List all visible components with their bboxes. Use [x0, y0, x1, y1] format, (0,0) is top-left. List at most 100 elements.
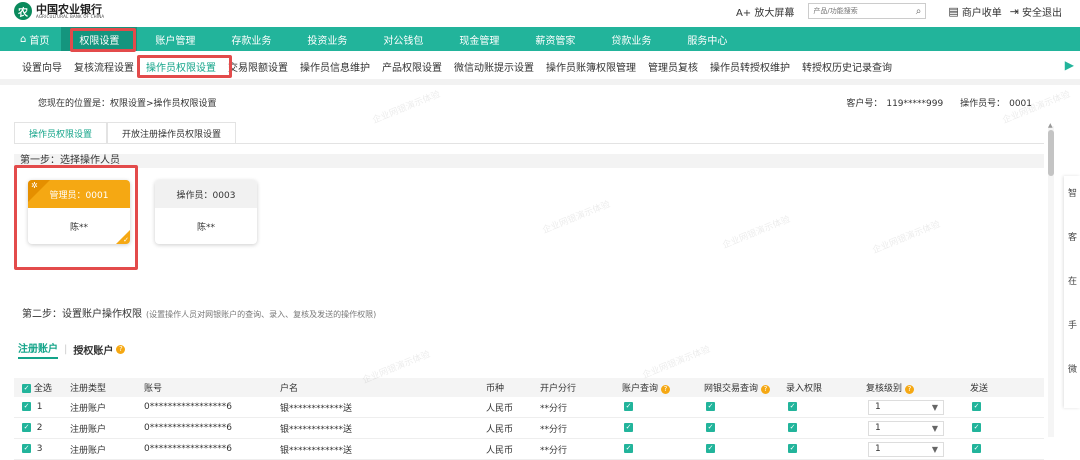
subnav-operator-info[interactable]: 操作员信息维护 — [300, 59, 370, 74]
side-customer-service-button[interactable]: 客 — [1068, 230, 1077, 243]
row-checkbox[interactable]: ✓ — [22, 444, 31, 453]
review-level-select[interactable]: 1 ▼ — [868, 400, 944, 415]
nav-account-management[interactable]: 账户管理 — [137, 27, 213, 51]
row-checkbox[interactable]: ✓ — [22, 423, 31, 432]
operator-label: 操作员号： — [960, 99, 1006, 109]
entry-checkbox[interactable]: ✓ — [788, 444, 797, 453]
send-checkbox[interactable]: ✓ — [972, 444, 981, 453]
tabs-divider — [14, 143, 1044, 144]
entry-checkbox[interactable]: ✓ — [788, 402, 797, 411]
subnav-admin-review[interactable]: 管理员复核 — [648, 59, 698, 74]
main-nav: ⌂ 首页 权限设置 账户管理 存款业务 投资业务 对公钱包 现金管理 薪资管家 … — [0, 27, 1080, 51]
send-checkbox[interactable]: ✓ — [972, 402, 981, 411]
search-icon[interactable]: ⌕ — [916, 6, 922, 17]
select-all-checkbox[interactable]: ✓ — [22, 384, 31, 393]
row-branch: **分行 — [540, 445, 568, 456]
breadcrumb-bar: 您现在的位置是：权限设置>操作员权限设置 客户号： 119*****999 操作员… — [0, 88, 1044, 116]
operator-role: 操作员：0003 — [155, 180, 257, 208]
nav-service-center[interactable]: 服务中心 — [669, 27, 745, 51]
help-icon[interactable]: ? — [661, 385, 671, 394]
subnav-ledger-permission[interactable]: 操作员账簿权限管理 — [546, 59, 636, 74]
operator-card[interactable]: 操作员：0003 陈** — [155, 180, 257, 244]
operator-name: 陈** — [196, 223, 215, 233]
side-assistant-button[interactable]: 智 — [1068, 186, 1077, 199]
chevron-down-icon: ▼ — [931, 424, 938, 433]
review-level-select[interactable]: 1 ▼ — [868, 442, 944, 457]
query-checkbox[interactable]: ✓ — [624, 444, 633, 453]
nav-corporate-wallet[interactable]: 对公钱包 — [365, 27, 441, 51]
search-box[interactable]: ⌕ — [808, 3, 927, 19]
query-checkbox[interactable]: ✓ — [624, 402, 633, 411]
row-name: 银************送 — [280, 403, 353, 414]
nav-payroll[interactable]: 薪资管家 — [517, 27, 593, 51]
side-mobile-button[interactable]: 手 — [1068, 318, 1077, 331]
watermark: 企业网银演示体验 — [721, 214, 792, 252]
query-checkbox[interactable]: ✓ — [624, 423, 633, 432]
subnav-product-permission[interactable]: 产品权限设置 — [382, 59, 442, 74]
customer-number: 119*****999 — [886, 99, 944, 109]
top-bar: 农 中国农业银行 AGRICULTURAL BANK OF CHINA A+ 放… — [0, 0, 1080, 26]
nav-investment[interactable]: 投资业务 — [289, 27, 365, 51]
zoom-screen-link[interactable]: A+ 放大屏幕 — [736, 4, 794, 19]
tx-query-checkbox[interactable]: ✓ — [706, 423, 715, 432]
tab-registered-accounts[interactable]: 注册账户 — [18, 340, 58, 359]
subnav-setup-wizard[interactable]: 设置向导 — [22, 59, 62, 74]
nav-permission-settings[interactable]: 权限设置 — [61, 27, 138, 51]
row-currency: 人民币 — [486, 424, 514, 435]
header-name: 户名 — [280, 384, 299, 394]
header-branch: 开户分行 — [540, 384, 577, 394]
side-online-button[interactable]: 在 — [1068, 274, 1077, 287]
table-row: ✓ 3 注册账户 0*****************6 银**********… — [14, 439, 1044, 460]
tab-separator: | — [64, 344, 68, 355]
operator-number: 0001 — [1009, 99, 1032, 109]
accounts-table: ✓ 全选 注册类型 账号 户名 币种 开户分行 账户查询? 网银交易查询? 录入… — [14, 378, 1044, 460]
bank-name-cn: 中国农业银行 — [36, 2, 102, 16]
logout-button[interactable]: ⇥ 安全退出 — [1010, 4, 1062, 19]
help-icon[interactable]: ? — [761, 385, 771, 394]
watermark: 企业网银演示体验 — [541, 199, 612, 237]
admin-badge-icon: ✲ — [31, 181, 38, 190]
help-icon[interactable]: ? — [905, 385, 915, 394]
tab-authorized-accounts[interactable]: 授权账户 — [73, 342, 113, 357]
header-entry: 录入权限 — [786, 384, 823, 394]
scrollbar-thumb[interactable] — [1048, 130, 1054, 176]
help-icon[interactable]: ? — [116, 345, 126, 354]
subnav-wechat-alert[interactable]: 微信动账提示设置 — [454, 59, 534, 74]
subnav-review-flow[interactable]: 复核流程设置 — [74, 59, 134, 74]
logout-label: 安全退出 — [1022, 7, 1062, 19]
tx-query-checkbox[interactable]: ✓ — [706, 444, 715, 453]
nav-loan[interactable]: 贷款业务 — [593, 27, 669, 51]
cashier-button[interactable]: ▤ 商户收单 — [948, 4, 1001, 19]
nav-deposit[interactable]: 存款业务 — [213, 27, 289, 51]
nav-home[interactable]: ⌂ 首页 — [0, 27, 61, 51]
table-row: ✓ 1 注册账户 0*****************6 银**********… — [14, 397, 1044, 418]
tab-open-registration-permission[interactable]: 开放注册操作员权限设置 — [107, 122, 237, 144]
subnav-delegation[interactable]: 操作员转授权维护 — [710, 59, 790, 74]
row-branch: **分行 — [540, 403, 568, 414]
tab-operator-permission[interactable]: 操作员权限设置 — [14, 122, 108, 144]
scrollbar[interactable] — [1048, 126, 1054, 437]
row-checkbox[interactable]: ✓ — [22, 402, 31, 411]
receipt-icon: ▤ — [948, 4, 959, 18]
subnav-delegation-history[interactable]: 转授权历史记录查询 — [802, 59, 892, 74]
subnav-next-arrow-icon[interactable]: ▶ — [1065, 58, 1074, 72]
watermark: 企业网银演示体验 — [871, 219, 942, 257]
row-branch: **分行 — [540, 424, 568, 435]
subnav-transaction-limit[interactable]: 交易限额设置 — [228, 59, 288, 74]
tx-query-checkbox[interactable]: ✓ — [706, 402, 715, 411]
operator-name: 陈** — [69, 223, 88, 233]
entry-checkbox[interactable]: ✓ — [788, 423, 797, 432]
home-icon: ⌂ — [20, 33, 27, 45]
side-service-panel: 智 客 在 手 微 — [1064, 176, 1080, 408]
nav-cash-management[interactable]: 现金管理 — [441, 27, 517, 51]
scroll-up-arrow-icon[interactable]: ▲ — [1048, 122, 1053, 129]
review-level-select[interactable]: 1 ▼ — [868, 421, 944, 436]
send-checkbox[interactable]: ✓ — [972, 423, 981, 432]
row-account: 0*****************6 — [144, 423, 232, 433]
operator-card-selected[interactable]: ✲ 管理员：0001 陈** ✓ — [28, 180, 130, 244]
subnav-operator-permission[interactable]: 操作员权限设置 — [146, 59, 216, 74]
bank-logo[interactable]: 农 中国农业银行 AGRICULTURAL BANK OF CHINA — [14, 2, 104, 20]
side-wechat-button[interactable]: 微 — [1068, 362, 1077, 375]
logout-icon: ⇥ — [1009, 4, 1019, 18]
search-input[interactable] — [813, 7, 906, 15]
